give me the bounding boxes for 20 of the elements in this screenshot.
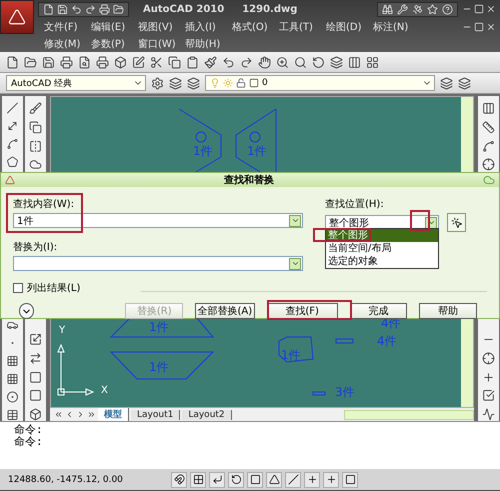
part-label: 1件 — [193, 143, 213, 160]
part-label: 1件 — [149, 359, 169, 376]
part-label: 4件 — [377, 333, 397, 350]
axis-label: Y — [59, 325, 66, 336]
file-name: 1290.dwg — [242, 4, 298, 14]
part-label: 1件 — [247, 143, 267, 160]
axis-label: X — [101, 385, 108, 396]
checkbox-label: 列出结果(L) — [27, 282, 80, 295]
field-label: 查找内容(W): — [13, 198, 76, 211]
part-label: 1件 — [281, 347, 301, 364]
part-label: 3件 — [335, 384, 355, 401]
command-line: 命令: — [14, 436, 44, 448]
app-title: AutoCAD 2010 — [143, 4, 224, 14]
coordinates: 12488.60, -1475.12, 0.00 — [8, 474, 124, 484]
field-label: 替换为(I): — [13, 240, 58, 254]
field-label: 查找位置(H): — [325, 198, 385, 211]
layer-name: 0 — [262, 78, 268, 88]
part-label: 1件 — [149, 319, 169, 336]
command-line: 命令: — [14, 424, 44, 436]
dialog-title: 查找和替换 — [223, 174, 275, 187]
